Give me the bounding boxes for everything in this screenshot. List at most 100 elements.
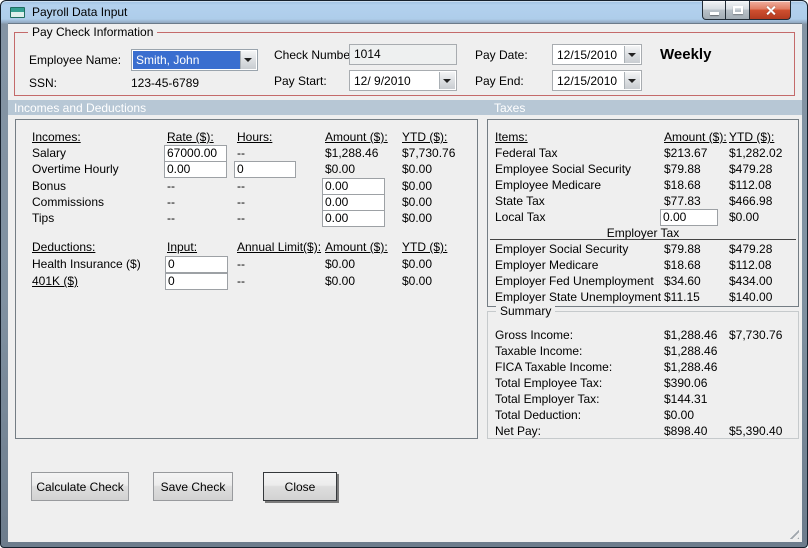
tax-amount: $18.68 [664,258,701,272]
pay-date-value: 12/15/2010 [557,48,618,62]
income-ytd: $0.00 [402,162,433,176]
tax-ytd: $466.98 [729,194,773,208]
tax-amount: $11.15 [664,290,700,304]
summary-row-fica-taxable-income: FICA Taxable Income: $1,288.46 [495,360,796,376]
amount-col-header: Amount ($): [664,130,727,144]
taxes-header-row: Items: Amount ($): YTD ($): [495,130,796,146]
tax-row-employee-medicare: Employee Medicare $18.68 $112.08 [495,178,796,194]
income-hours: -- [237,211,245,225]
income-hours: -- [237,179,245,193]
tax-row-employer-medicare: Employer Medicare $18.68 $112.08 [495,258,796,274]
tax-amount: $213.67 [664,146,708,160]
tax-row-employee-ss: Employee Social Security $79.88 $479.28 [495,162,796,178]
ytd-col-header: YTD ($): [729,130,775,144]
taxes-section-header: Taxes [494,101,526,115]
summary-label: Total Employer Tax: [495,392,600,406]
income-label: Bonus [32,179,67,193]
tax-amount: $77.83 [664,194,701,208]
summary-row-gross-income: Gross Income: $1,288.46 $7,730.76 [495,328,796,344]
local-tax-input[interactable] [660,208,718,226]
resize-grip-icon[interactable] [786,526,799,539]
pay-start-value: 12/ 9/2010 [354,74,411,88]
pay-end-value: 12/15/2010 [557,74,618,88]
salary-rate-input[interactable] [164,144,227,162]
health-insurance-input[interactable] [165,255,228,273]
minimize-button[interactable] [702,1,726,20]
pay-start-dropdown-button[interactable] [439,72,455,89]
income-hours: -- [237,146,245,160]
summary-label: Net Pay: [495,424,542,438]
summary-amount: $898.40 [664,424,708,438]
section-header-band: Incomes and Deductions Taxes [8,100,802,115]
summary-amount: $144.31 [664,392,708,406]
income-rate: -- [167,211,175,225]
tax-label: Local Tax [495,210,546,224]
income-ytd: $0.00 [402,195,433,209]
bonus-amount-input[interactable] [322,177,385,195]
tax-row-local: Local Tax $0.00 [495,208,796,226]
hours-col-header: Hours: [237,130,273,144]
summary-ytd: $5,390.40 [729,424,783,438]
summary-amount: $390.06 [664,376,708,390]
tax-ytd: $434.00 [729,274,773,288]
calculate-check-button[interactable]: Calculate Check [31,472,129,501]
employee-name-label: Employee Name: [29,53,122,67]
summary-row-net-pay: Net Pay: $898.40 $5,390.40 [495,424,796,440]
tax-label: Employee Social Security [495,162,632,176]
close-button[interactable]: Close [263,472,337,501]
incomes-header-row: Incomes: Rate ($): Hours: Amount ($): YT… [32,130,475,146]
employee-name-combobox[interactable]: Smith, John [131,49,258,71]
deduction-ytd: $0.00 [402,274,433,288]
ssn-label: SSN: [29,76,58,90]
pay-date-datepicker[interactable]: 12/15/2010 [552,44,642,65]
tax-label: Employer Social Security [495,242,629,256]
close-window-button[interactable] [749,1,791,20]
maximize-icon [733,6,743,14]
pay-frequency-label: Weekly [660,46,712,63]
employee-name-dropdown-button[interactable] [240,51,256,69]
overtime-rate-input[interactable] [164,160,227,178]
income-label: Commissions [32,195,105,209]
401k-input[interactable] [165,272,228,290]
chevron-down-icon [244,58,252,62]
summary-label: FICA Taxable Income: [495,360,613,374]
deduction-401k-link[interactable]: 401K ($) [32,274,167,288]
income-ytd: $0.00 [402,211,433,225]
income-amount: $0.00 [325,162,356,176]
tips-amount-input[interactable] [322,209,385,227]
paycheck-group-title: Pay Check Information [28,25,158,39]
window-controls [702,1,791,20]
tax-amount: $34.60 [664,274,701,288]
tax-row-employer-ss: Employer Social Security $79.88 $479.28 [495,242,796,258]
tax-ytd: $112.08 [729,178,772,192]
deduction-amount: $0.00 [325,274,356,288]
payroll-window: Payroll Data Input Pay Check Information… [0,0,808,548]
maximize-button[interactable] [725,1,750,20]
tax-row-employer-fed-unemployment: Employer Fed Unemployment $34.60 $434.00 [495,274,796,290]
amount-col-header: Amount ($): [325,130,388,144]
pay-end-dropdown-button[interactable] [624,72,640,89]
chevron-down-icon [628,53,636,57]
summary-row-taxable-income: Taxable Income: $1,288.46 [495,344,796,360]
pay-start-datepicker[interactable]: 12/ 9/2010 [349,70,457,91]
app-icon [10,7,25,18]
check-number-field[interactable]: 1014 [349,44,457,65]
summary-label: Taxable Income: [495,344,583,358]
summary-row-total-deduction: Total Deduction: $0.00 [495,408,796,424]
overtime-hours-input[interactable] [234,160,296,178]
amount-col-header: Amount ($): [325,240,388,254]
income-ytd: $7,730.76 [402,146,456,160]
tax-row-federal: Federal Tax $213.67 $1,282.02 [495,146,796,162]
tax-amount: $18.68 [664,178,701,192]
summary-amount: $1,288.46 [664,328,718,342]
commissions-amount-input[interactable] [322,193,385,211]
deductions-col-header: Deductions: [32,240,96,254]
summary-group-title: Summary [496,304,556,318]
income-rate: -- [167,195,175,209]
pay-date-dropdown-button[interactable] [624,46,640,63]
pay-end-datepicker[interactable]: 12/15/2010 [552,70,642,91]
summary-label: Total Deduction: [495,408,582,422]
tax-label: State Tax [495,194,545,208]
title-bar[interactable]: Payroll Data Input [1,1,807,23]
save-check-button[interactable]: Save Check [153,472,233,501]
